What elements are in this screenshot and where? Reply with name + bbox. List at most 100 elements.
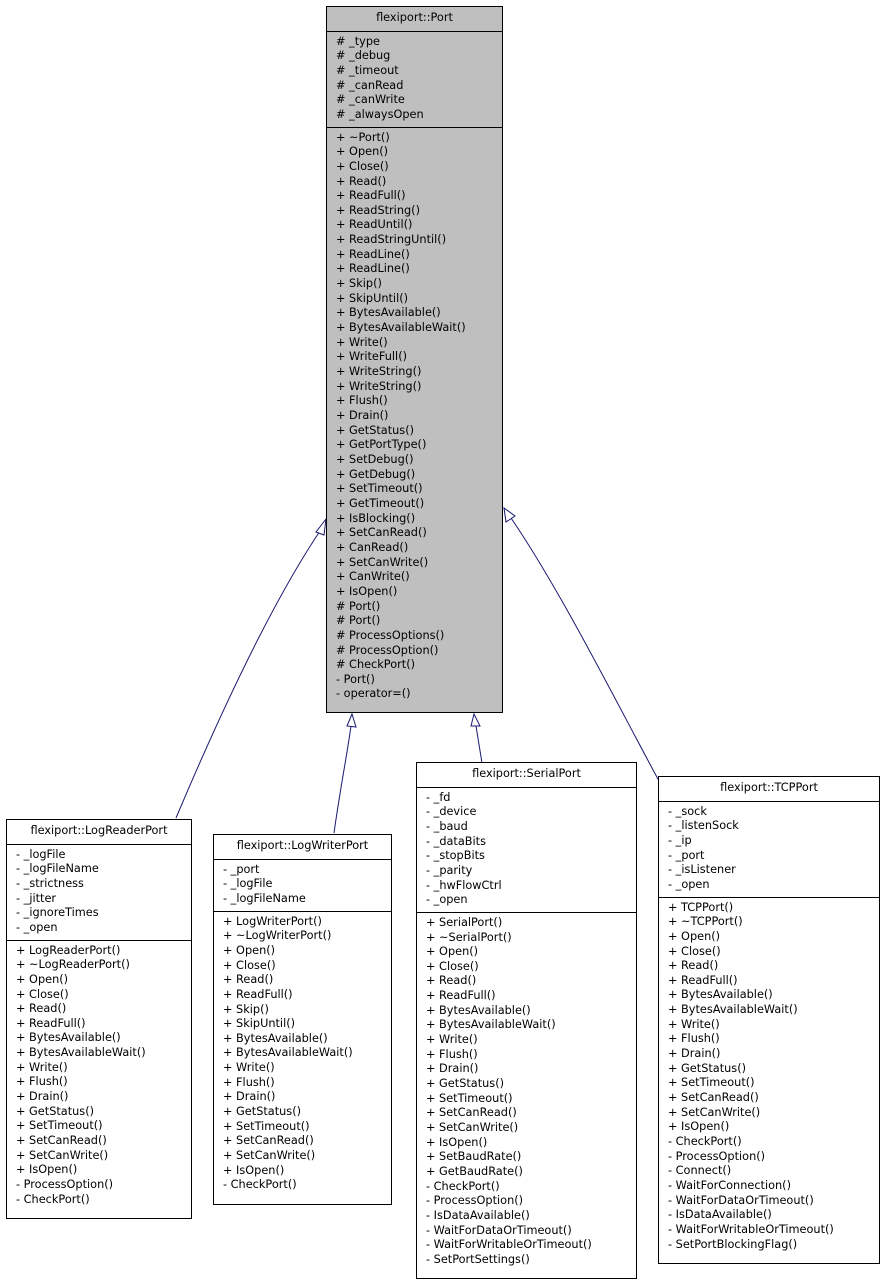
class-operation[interactable]: + SetBaudRate() (426, 1150, 632, 1165)
class-operation[interactable]: + BytesAvailableWait() (426, 1018, 632, 1033)
class-operation[interactable]: + ReadLine() (336, 262, 498, 277)
class-operation[interactable]: - CheckPort() (223, 1178, 387, 1193)
class-operation[interactable]: + SetCanWrite() (16, 1149, 187, 1164)
class-operation[interactable]: + ~SerialPort() (426, 931, 632, 946)
class-operation[interactable]: + Open() (426, 945, 632, 960)
class-operation[interactable]: + Close() (336, 160, 498, 175)
class-attribute[interactable]: - _logFileName (16, 862, 187, 877)
class-operation[interactable]: + BytesAvailable() (223, 1032, 387, 1047)
class-attribute[interactable]: - _strictness (16, 877, 187, 892)
class-operation[interactable]: + IsOpen() (426, 1136, 632, 1151)
class-attribute[interactable]: # _canRead (336, 79, 498, 94)
class-operation[interactable]: + Write() (668, 1018, 875, 1033)
class-operation[interactable]: - WaitForWritableOrTimeout() (426, 1238, 632, 1253)
class-logwriterport[interactable]: flexiport::LogWriterPort - _port - _logFi… (213, 834, 392, 1205)
class-attribute[interactable]: - _parity (426, 864, 632, 879)
class-operation[interactable]: + SetCanRead() (668, 1091, 875, 1106)
class-attribute[interactable]: - _port (223, 863, 387, 878)
class-operation[interactable]: + ~LogReaderPort() (16, 958, 187, 973)
class-operation[interactable]: + SetTimeout() (426, 1092, 632, 1107)
class-attribute[interactable]: - _port (668, 849, 875, 864)
class-operation[interactable]: + BytesAvailable() (426, 1004, 632, 1019)
class-port[interactable]: flexiport::Port # _type # _debug # _timeou… (326, 6, 503, 713)
class-operation[interactable]: + SetCanRead() (16, 1134, 187, 1149)
class-operation[interactable]: + Drain() (336, 409, 498, 424)
class-operation[interactable]: + Write() (16, 1061, 187, 1076)
class-operation[interactable]: + Drain() (223, 1090, 387, 1105)
class-operation[interactable]: - WaitForConnection() (668, 1179, 875, 1194)
class-operation[interactable]: + GetStatus() (336, 424, 498, 439)
class-operation[interactable]: + SetTimeout() (336, 482, 498, 497)
class-serialport[interactable]: flexiport::SerialPort - _fd - _device - _b… (416, 762, 637, 1279)
class-operation[interactable]: + Flush() (668, 1032, 875, 1047)
class-operation[interactable]: + GetStatus() (426, 1077, 632, 1092)
class-operation[interactable]: + BytesAvailableWait() (336, 321, 498, 336)
class-operation[interactable]: + ReadFull() (16, 1017, 187, 1032)
class-attribute[interactable]: - _open (16, 921, 187, 936)
class-operation[interactable]: + ReadStringUntil() (336, 233, 498, 248)
class-operation[interactable]: + SetCanWrite() (223, 1149, 387, 1164)
class-attribute[interactable]: - _isListener (668, 863, 875, 878)
class-attribute[interactable]: - _device (426, 805, 632, 820)
class-attribute[interactable]: # _debug (336, 49, 498, 64)
class-attribute[interactable]: # _type (336, 35, 498, 50)
class-attribute[interactable]: - _hwFlowCtrl (426, 879, 632, 894)
class-operation[interactable]: - WaitForDataOrTimeout() (426, 1224, 632, 1239)
class-operation[interactable]: + Drain() (16, 1090, 187, 1105)
class-operation[interactable]: # ProcessOption() (336, 644, 498, 659)
class-operation[interactable]: + ReadFull() (668, 974, 875, 989)
class-operation[interactable]: + ReadFull() (223, 988, 387, 1003)
class-operation[interactable]: - ProcessOption() (16, 1178, 187, 1193)
class-attribute[interactable]: - _jitter (16, 892, 187, 907)
class-operation[interactable]: + WriteString() (336, 365, 498, 380)
class-operation[interactable]: - ProcessOption() (668, 1150, 875, 1165)
class-operation[interactable]: + Drain() (426, 1062, 632, 1077)
class-operation[interactable]: + ReadString() (336, 204, 498, 219)
class-operation[interactable]: + Skip() (336, 277, 498, 292)
class-operation[interactable]: - Connect() (668, 1164, 875, 1179)
class-operation[interactable]: + ReadUntil() (336, 218, 498, 233)
class-operation[interactable]: + Open() (668, 930, 875, 945)
class-operation[interactable]: + WriteFull() (336, 350, 498, 365)
class-operation[interactable]: + BytesAvailable() (668, 988, 875, 1003)
class-operation[interactable]: + CanRead() (336, 541, 498, 556)
class-operation[interactable]: + Close() (668, 945, 875, 960)
class-operation[interactable]: + Read() (426, 974, 632, 989)
class-operation[interactable]: - SetPortSettings() (426, 1253, 632, 1268)
class-operation[interactable]: + GetTimeout() (336, 497, 498, 512)
class-operation[interactable]: - IsDataAvailable() (426, 1209, 632, 1224)
class-operation[interactable]: # ProcessOptions() (336, 629, 498, 644)
class-operation[interactable]: + Flush() (16, 1075, 187, 1090)
class-operation[interactable]: + IsOpen() (668, 1120, 875, 1135)
class-operation[interactable]: - Port() (336, 673, 498, 688)
class-operation[interactable]: + BytesAvailable() (16, 1031, 187, 1046)
class-operation[interactable]: + Open() (223, 944, 387, 959)
class-operation[interactable]: - ProcessOption() (426, 1194, 632, 1209)
class-operation[interactable]: + Flush() (336, 394, 498, 409)
class-logreaderport[interactable]: flexiport::LogReaderPort - _logFile - _lo… (6, 819, 192, 1219)
class-attribute[interactable]: - _fd (426, 791, 632, 806)
class-operation[interactable]: + IsOpen() (336, 585, 498, 600)
class-operation[interactable]: + Open() (336, 145, 498, 160)
class-operation[interactable]: + SetDebug() (336, 453, 498, 468)
class-operation[interactable]: + SetTimeout() (668, 1076, 875, 1091)
class-operation[interactable]: + SetCanWrite() (336, 556, 498, 571)
class-operation[interactable]: + BytesAvailableWait() (16, 1046, 187, 1061)
class-operation[interactable]: + Read() (668, 959, 875, 974)
class-operation[interactable]: + SetCanRead() (426, 1106, 632, 1121)
class-operation[interactable]: - operator=() (336, 687, 498, 702)
class-operation[interactable]: - WaitForWritableOrTimeout() (668, 1223, 875, 1238)
class-attribute[interactable]: - _logFileName (223, 892, 387, 907)
class-operation[interactable]: - CheckPort() (668, 1135, 875, 1150)
class-operation[interactable]: + Read() (223, 973, 387, 988)
class-operation[interactable]: + GetStatus() (16, 1105, 187, 1120)
class-operation[interactable]: + Close() (16, 988, 187, 1003)
class-operation[interactable]: + SetCanWrite() (668, 1106, 875, 1121)
class-operation[interactable]: # Port() (336, 600, 498, 615)
class-operation[interactable]: + Close() (223, 959, 387, 974)
class-operation[interactable]: + SkipUntil() (223, 1017, 387, 1032)
class-operation[interactable]: + LogReaderPort() (16, 944, 187, 959)
class-operation[interactable]: + Close() (426, 960, 632, 975)
class-operation[interactable]: + Read() (336, 175, 498, 190)
class-operation[interactable]: + Drain() (668, 1047, 875, 1062)
